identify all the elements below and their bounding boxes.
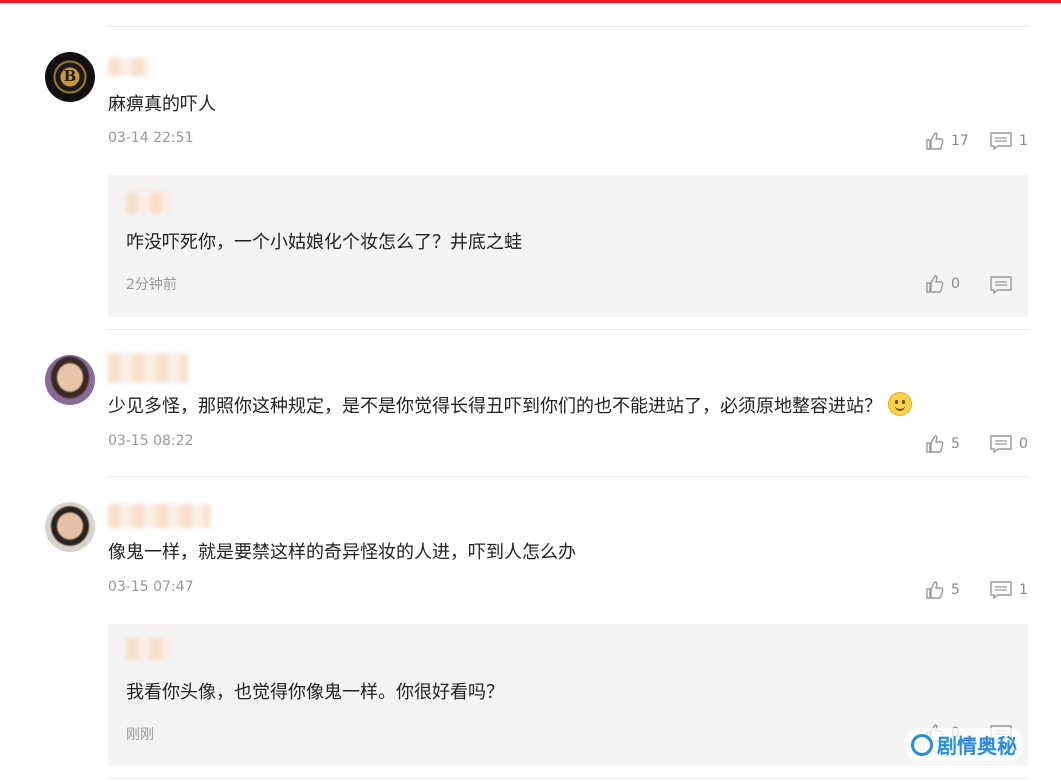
thumbs-up-icon — [926, 132, 944, 150]
watermark: 剧情奥秘 — [905, 728, 1023, 761]
comment-icon — [990, 132, 1012, 151]
reply-button[interactable]: 1 — [989, 131, 1028, 151]
reply-count: 1 — [1019, 133, 1028, 149]
username-blurred[interactable] — [108, 504, 210, 528]
watermark-logo-icon — [911, 733, 933, 756]
username-blurred[interactable] — [108, 353, 188, 383]
divider — [108, 778, 1028, 779]
reply-box: 咋没吓死你，一个小姑娘化个妆怎么了？井底之蛙 2分钟前 0 — [108, 175, 1028, 317]
avatar[interactable] — [45, 502, 95, 552]
avatar[interactable] — [45, 355, 95, 405]
reply-count: 1 — [1019, 582, 1028, 598]
comment-icon — [990, 581, 1012, 600]
reply-text: 我看你头像，也觉得你像鬼一样。你很好看吗？ — [126, 682, 504, 703]
comment-text: 少见多怪，那照你这种规定，是不是你觉得长得丑吓到你们的也不能进站了，必须原地整容… — [108, 392, 912, 418]
reply-button[interactable]: 1 — [989, 580, 1028, 600]
comment-time: 03-14 22:51 — [108, 130, 194, 146]
like-count: 5 — [951, 582, 960, 598]
reply-text: 咋没吓死你，一个小姑娘化个妆怎么了？井底之蛙 — [126, 232, 522, 253]
username-blurred[interactable] — [126, 638, 172, 660]
like-button[interactable]: 5 — [925, 434, 960, 454]
divider — [108, 26, 1028, 27]
avatar[interactable]: B — [45, 52, 95, 102]
reply-box: 我看你头像，也觉得你像鬼一样。你很好看吗？ 刚刚 0 — [108, 624, 1028, 766]
comment-text: 麻痹真的吓人 — [108, 94, 216, 115]
comment-text-body: 少见多怪，那照你这种规定，是不是你觉得长得丑吓到你们的也不能进站了，必须原地整容… — [108, 396, 882, 417]
thumbs-up-icon — [926, 435, 944, 453]
like-count: 17 — [951, 133, 969, 149]
like-button[interactable]: 0 — [925, 274, 960, 294]
reply-button[interactable]: 0 — [989, 434, 1028, 454]
like-button[interactable]: 17 — [925, 131, 969, 151]
like-count: 0 — [951, 276, 960, 292]
reply-time: 刚刚 — [126, 727, 154, 743]
reply-time: 2分钟前 — [126, 277, 177, 293]
top-accent-bar — [0, 0, 1061, 3]
comment-icon — [990, 276, 1012, 295]
username-blurred[interactable] — [126, 192, 172, 214]
watermark-text: 剧情奥秘 — [937, 734, 1017, 758]
comment-text: 像鬼一样，就是要禁这样的奇异怪妆的人进，吓到人怎么办 — [108, 542, 576, 563]
logo-letter: B — [63, 67, 77, 85]
thumbs-up-icon — [926, 275, 944, 293]
thumbs-up-icon — [926, 581, 944, 599]
divider — [108, 329, 1028, 330]
divider — [108, 476, 1028, 477]
comment-time: 03-15 07:47 — [108, 579, 194, 595]
comment-icon — [990, 435, 1012, 454]
comment-time: 03-15 08:22 — [108, 433, 194, 449]
reply-button[interactable] — [989, 275, 1013, 295]
like-count: 5 — [951, 436, 960, 452]
reply-count: 0 — [1019, 436, 1028, 452]
username-blurred[interactable] — [108, 58, 150, 76]
smile-emoji-icon — [888, 392, 912, 416]
like-button[interactable]: 5 — [925, 580, 960, 600]
